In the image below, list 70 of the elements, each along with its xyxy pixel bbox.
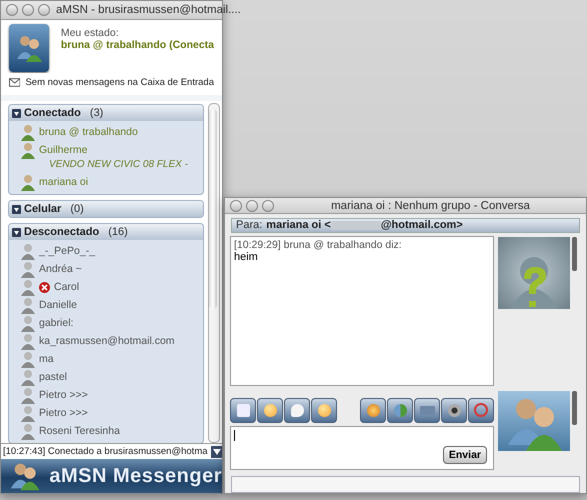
status-value[interactable]: bruna @ trabalhando (Conecta [60, 39, 214, 51]
recipient-address: mariana oi < @hotmail.com> [266, 219, 463, 232]
expander-icon[interactable] [12, 204, 21, 214]
buddy-icon [21, 404, 35, 422]
dropdown-button[interactable] [211, 446, 222, 458]
own-display-picture [498, 390, 570, 451]
buddy-icon [21, 386, 35, 404]
buddy-icon [21, 124, 35, 140]
expander-icon[interactable] [12, 108, 21, 118]
close-button[interactable] [230, 200, 242, 212]
display-picture[interactable] [9, 24, 49, 72]
contact-name[interactable]: Guilherme [39, 144, 88, 156]
contact-name[interactable]: Carol [54, 281, 80, 293]
minimize-button[interactable] [246, 200, 258, 212]
contact-name[interactable]: Roseni Teresinha [39, 425, 120, 437]
buddy-icon [21, 314, 35, 332]
contact-name[interactable]: Andréa ~ [39, 263, 82, 275]
banner-title: aMSN Messenger [49, 464, 222, 488]
contact-name[interactable]: bruna @ trabalhando [39, 126, 138, 138]
people-icon [9, 461, 42, 491]
contact-name[interactable]: ma [39, 353, 54, 365]
personal-message: VENDO NEW CIVIC 08 FLEX - [48, 159, 189, 172]
contact-name[interactable]: _-_PePo_-_ [39, 245, 96, 257]
contact-name[interactable]: pastel [39, 371, 68, 383]
contact-name[interactable]: mariana oi [39, 176, 88, 188]
contact-name[interactable]: Danielle [39, 299, 77, 311]
message-text: heim [234, 250, 259, 263]
buddy-icon [21, 174, 35, 190]
buddy-icon [21, 142, 35, 158]
buddy-icon [21, 278, 35, 296]
minimize-button[interactable] [22, 4, 34, 16]
status-bar-text: [10:27:43] Conectado a brusirasmussen@hotma [3, 446, 208, 457]
contact-name[interactable]: ka_rasmussen@hotmail.com [39, 335, 175, 347]
contact-name[interactable]: Pietro >>> [39, 407, 88, 419]
contact-name[interactable]: Pietro >>> [39, 389, 88, 401]
message-input[interactable]: Enviar [230, 426, 494, 470]
smiley-button[interactable] [311, 398, 337, 423]
buddy-icon [21, 350, 35, 368]
resize-handle[interactable] [572, 390, 577, 425]
status-label: Meu estado: [60, 27, 120, 39]
window-title: aMSN - brusirasmussen@hotmail.... [56, 4, 241, 16]
window-title: mariana oi : Nenhum grupo - Conversa [330, 200, 531, 212]
smiley-button[interactable] [257, 398, 283, 423]
buddy-icon [21, 260, 35, 278]
warning-button[interactable] [360, 398, 386, 423]
to-label: Para: [236, 219, 262, 232]
buddy-icon [21, 296, 35, 314]
block-button[interactable] [468, 398, 494, 423]
scrollbar[interactable] [208, 103, 220, 443]
buddy-icon [21, 242, 35, 260]
buddy-icon [21, 422, 35, 440]
close-button[interactable] [6, 4, 18, 16]
people-button[interactable] [387, 398, 413, 423]
message-header: [10:29:29] bruna @ trabalhando diz: [234, 238, 403, 251]
contact-name[interactable]: gabriel: [39, 317, 74, 329]
resize-handle[interactable] [572, 236, 577, 271]
group-header[interactable]: Conectado (3) [9, 105, 203, 121]
envelope-icon [9, 78, 20, 87]
expander-icon[interactable] [12, 228, 21, 236]
file-button[interactable] [414, 398, 440, 423]
font-button[interactable] [230, 398, 256, 423]
send-button[interactable]: Enviar [442, 446, 487, 464]
buddy-icon [21, 332, 35, 350]
group-header[interactable]: Celular (0) [9, 201, 203, 217]
zoom-button[interactable] [38, 4, 50, 16]
webcam-button[interactable] [441, 398, 467, 423]
buddy-icon [21, 368, 35, 386]
speech-bubble-button[interactable] [284, 398, 310, 423]
group-header[interactable]: Desconectado (16) [9, 224, 203, 240]
zoom-button[interactable] [262, 200, 274, 212]
